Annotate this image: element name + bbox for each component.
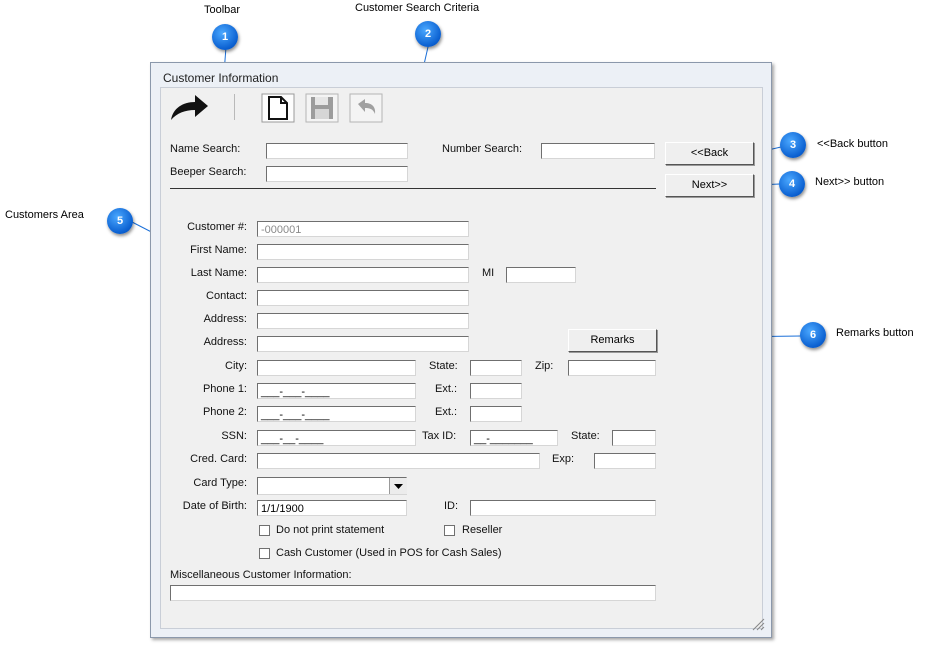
number-search-label: Number Search:	[442, 143, 523, 155]
ext1-label: Ext.:	[435, 383, 458, 395]
window-title: Customer Information	[163, 71, 279, 85]
customer-search-criteria-annotation: Customer Search Criteria	[355, 2, 480, 14]
phone2-label: Phone 2:	[202, 406, 247, 418]
dob-input[interactable]: 1/1/1900	[257, 500, 407, 516]
dob-label: Date of Birth:	[182, 500, 247, 512]
address1-label: Address:	[203, 313, 247, 325]
misc-info-label: Miscellaneous Customer Information:	[170, 569, 352, 581]
remarks-button[interactable]: Remarks	[568, 329, 657, 352]
ssn-label: SSN:	[221, 430, 247, 442]
callout-bubble-4: 4	[779, 171, 805, 197]
remarks-button-annotation: Remarks button	[836, 327, 914, 339]
state-label: State:	[429, 360, 458, 372]
number-search-input[interactable]	[541, 143, 655, 159]
beeper-search-input[interactable]	[266, 166, 408, 182]
ext2-input[interactable]	[470, 406, 522, 422]
customer-number-field: -000001	[257, 221, 469, 237]
customer-information-window: Customer Information Name Search: Number…	[150, 62, 772, 638]
cash-customer-checkbox[interactable]	[259, 548, 270, 559]
callout-bubble-2: 2	[415, 21, 441, 47]
beeper-search-label: Beeper Search:	[170, 166, 247, 178]
callout-bubble-1: 1	[212, 24, 238, 50]
phone2-input[interactable]: ___-___-____	[257, 406, 416, 422]
city-input[interactable]	[257, 360, 416, 376]
id-input[interactable]	[470, 500, 656, 516]
redo-arrow-icon[interactable]	[167, 92, 211, 124]
card-type-select[interactable]	[257, 477, 407, 495]
tax-id-input[interactable]: __-_______	[470, 430, 558, 446]
name-search-input[interactable]	[266, 143, 408, 159]
mi-input[interactable]	[506, 267, 576, 283]
zip-input[interactable]	[568, 360, 656, 376]
first-name-input[interactable]	[257, 244, 469, 260]
next-button[interactable]: Next>>	[665, 174, 754, 197]
customers-area-annotation: Customers Area	[5, 209, 84, 221]
toolbar-separator	[234, 94, 235, 120]
address2-label: Address:	[203, 336, 247, 348]
do-not-print-checkbox[interactable]	[259, 525, 270, 536]
new-document-icon[interactable]	[261, 93, 295, 123]
do-not-print-label: Do not print statement	[276, 524, 385, 536]
last-name-input[interactable]	[257, 267, 469, 283]
last-name-label: Last Name:	[190, 267, 247, 279]
id-label: ID:	[444, 500, 459, 512]
ssn-input[interactable]: ___-__-____	[257, 430, 416, 446]
reseller-checkbox[interactable]	[444, 525, 455, 536]
reseller-label: Reseller	[462, 524, 503, 536]
back-button-annotation: <<Back button	[817, 138, 888, 150]
state2-label: State:	[571, 430, 600, 442]
exp-label: Exp:	[552, 453, 575, 465]
tax-id-label: Tax ID:	[422, 430, 457, 442]
first-name-label: First Name:	[190, 244, 247, 256]
contact-input[interactable]	[257, 290, 469, 306]
card-type-label: Card Type:	[193, 477, 247, 489]
contact-label: Contact:	[206, 290, 247, 302]
cred-card-label: Cred. Card:	[190, 453, 247, 465]
callout-bubble-6: 6	[800, 322, 826, 348]
search-divider	[170, 188, 656, 189]
exp-input[interactable]	[594, 453, 656, 469]
callout-bubble-3: 3	[780, 132, 806, 158]
zip-label: Zip:	[535, 360, 554, 372]
back-button[interactable]: <<Back	[665, 142, 754, 165]
form-panel: Name Search: Number Search: Beeper Searc…	[160, 87, 763, 629]
address2-input[interactable]	[257, 336, 469, 352]
address1-input[interactable]	[257, 313, 469, 329]
save-icon[interactable]	[305, 93, 339, 123]
ext1-input[interactable]	[470, 383, 522, 399]
undo-icon[interactable]	[349, 93, 383, 123]
next-button-annotation: Next>> button	[815, 176, 885, 188]
cred-card-input[interactable]	[257, 453, 540, 469]
toolbar-annotation: Toolbar	[204, 4, 241, 16]
callout-bubble-5: 5	[107, 208, 133, 234]
chevron-down-icon[interactable]	[389, 478, 407, 494]
misc-info-input[interactable]	[170, 585, 656, 601]
city-label: City:	[225, 360, 247, 372]
ext2-label: Ext.:	[435, 406, 458, 418]
phone1-input[interactable]: ___-___-____	[257, 383, 416, 399]
mi-label: MI	[482, 267, 495, 279]
phone1-label: Phone 1:	[202, 383, 247, 395]
resize-grip-icon[interactable]	[751, 617, 765, 631]
name-search-label: Name Search:	[170, 143, 241, 155]
state2-input[interactable]	[612, 430, 656, 446]
customer-number-label: Customer #:	[187, 221, 247, 233]
state-input[interactable]	[470, 360, 522, 376]
cash-customer-label: Cash Customer (Used in POS for Cash Sale…	[276, 547, 502, 559]
toolbar	[161, 88, 762, 126]
